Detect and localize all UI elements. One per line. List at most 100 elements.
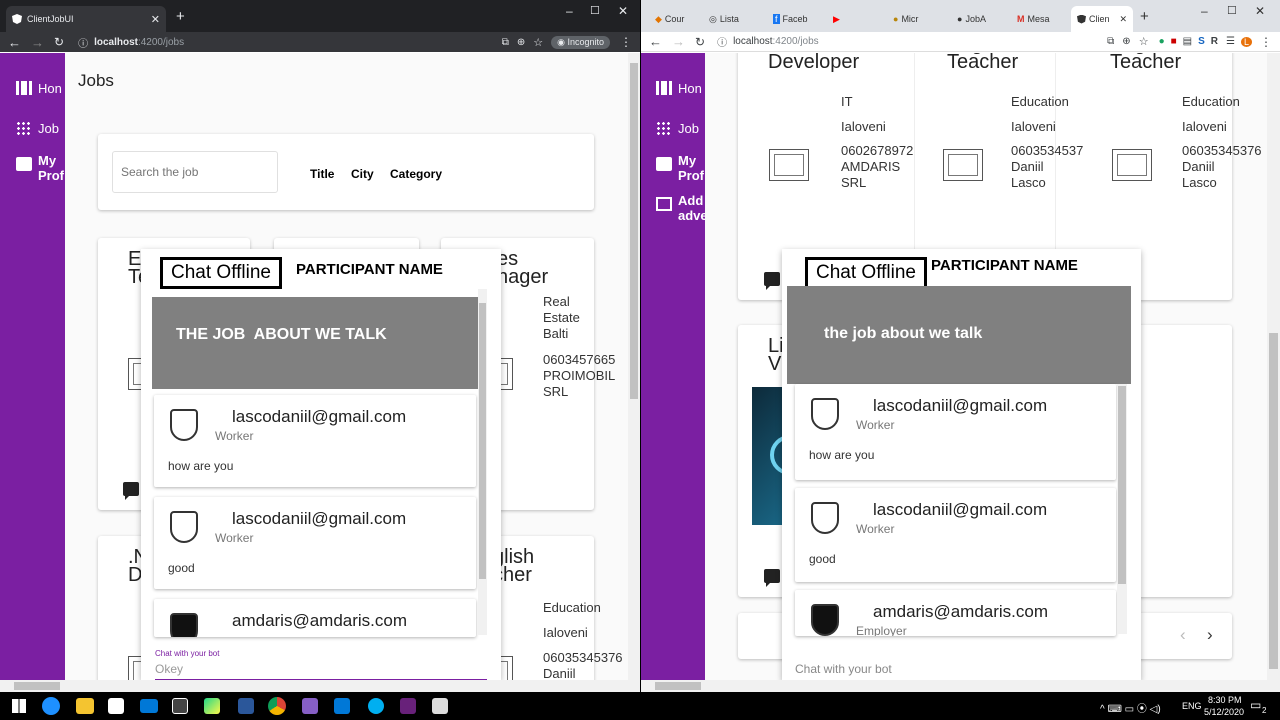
sidebar-item-home[interactable]: Hon [656, 81, 702, 96]
pycharm-icon[interactable] [204, 698, 220, 714]
star-icon[interactable]: ☆ [533, 36, 543, 49]
back-icon[interactable]: ← [649, 34, 662, 49]
tray-icons[interactable]: ^ ⌨ ▭ ⦿ ◁) [1100, 700, 1161, 715]
filter-city[interactable]: City [351, 167, 374, 181]
scrollbar-thumb[interactable] [1269, 333, 1278, 669]
incognito-badge[interactable]: ◉ Incognito [551, 35, 610, 49]
right-horizontal-scrollbar[interactable] [641, 680, 1280, 692]
maximize-button[interactable]: ☐ [590, 4, 600, 17]
language-indicator[interactable]: ENG [1182, 701, 1202, 711]
next-page-icon[interactable]: › [1207, 625, 1213, 645]
menu-icon[interactable]: ⋮ [620, 35, 632, 49]
scrollbar-thumb[interactable] [655, 682, 701, 690]
translate-icon[interactable]: ⧉ [502, 37, 509, 48]
scrollbar-thumb[interactable] [14, 682, 60, 690]
maximize-button[interactable]: ☐ [1227, 4, 1237, 17]
chat-icon[interactable] [764, 272, 780, 290]
sidebar-item-home[interactable]: Hon [16, 81, 62, 96]
back-icon[interactable]: ← [8, 35, 21, 50]
minimize-button[interactable]: – [1201, 4, 1208, 18]
extension-icon[interactable]: R [1211, 36, 1218, 47]
reload-icon[interactable]: ↻ [695, 35, 705, 49]
avatar[interactable]: L [1240, 36, 1252, 47]
search-input[interactable] [112, 151, 278, 193]
forward-icon[interactable]: → [672, 34, 685, 49]
menu-icon[interactable]: ⋮ [1260, 35, 1272, 49]
sidebar-item-jobs[interactable]: Job [16, 121, 59, 136]
chat-scrollbar[interactable] [1117, 384, 1127, 634]
chrome-icon[interactable] [268, 697, 286, 715]
extension-icon[interactable]: ● [1159, 36, 1165, 47]
url-host[interactable]: localhost [733, 36, 772, 47]
notification-icon[interactable]: ▭ [1250, 698, 1261, 712]
sidebar-item-profile[interactable]: My Prof [656, 153, 704, 183]
clock-time[interactable]: 8:30 PM [1208, 695, 1242, 705]
url-path[interactable]: :4200/jobs [138, 37, 184, 48]
browser-tab[interactable]: f Faceb [767, 6, 825, 32]
reload-icon[interactable]: ↻ [54, 35, 64, 49]
chat-scrollbar[interactable] [478, 289, 487, 635]
mail-icon[interactable] [140, 699, 158, 713]
close-icon[interactable]: ✕ [1119, 14, 1127, 25]
extension-icon[interactable]: ▤ [1183, 36, 1192, 47]
visual-studio-preview-icon[interactable] [400, 698, 416, 714]
page-scrollbar[interactable] [628, 53, 640, 680]
zoom-icon[interactable]: ⊕ [1122, 36, 1130, 47]
facebook-icon: f [773, 14, 780, 24]
window-close-button[interactable]: ✕ [1255, 4, 1265, 18]
store-icon[interactable] [108, 698, 124, 714]
chat-scrollbar-thumb[interactable] [1118, 386, 1126, 584]
chat-input[interactable]: Okey [155, 662, 487, 680]
calculator-icon[interactable] [172, 698, 188, 714]
vscode-icon[interactable] [334, 698, 350, 714]
browser-tab[interactable]: ▶ [827, 6, 885, 32]
chat-scrollbar-thumb[interactable] [479, 303, 486, 579]
forward-icon[interactable]: → [31, 35, 44, 50]
browser-tab[interactable]: M Mesa [1011, 6, 1069, 32]
edge-icon[interactable] [42, 697, 60, 715]
browser-tab[interactable]: ● JobA [951, 6, 1009, 32]
job-category: Real Estate Balti [543, 294, 580, 341]
participant-name: PARTICIPANT NAME [931, 257, 1078, 274]
browser-tab[interactable]: ◆ Cour [649, 6, 701, 32]
chat-icon[interactable] [123, 482, 139, 500]
translate-icon[interactable]: ⧉ [1107, 36, 1114, 47]
browser-tab[interactable]: ● Micr [887, 6, 949, 32]
chat-icon[interactable] [764, 569, 780, 587]
window-close-button[interactable]: ✕ [618, 4, 628, 18]
prev-page-icon[interactable]: ‹ [1180, 625, 1186, 645]
tab-clientjobui[interactable]: Clien ✕ [1071, 6, 1133, 32]
job-city: Ialoveni [1011, 119, 1056, 134]
url-path[interactable]: :4200/jobs [773, 36, 819, 47]
visual-studio-icon[interactable] [302, 698, 318, 714]
clock-date[interactable]: 5/12/2020 [1204, 707, 1244, 717]
paint-icon[interactable] [432, 698, 448, 714]
sidebar-item-jobs[interactable]: Job [656, 121, 699, 136]
tab-clientjobui[interactable]: ClientJobUI ✕ [6, 6, 166, 32]
word-icon[interactable] [238, 698, 254, 714]
url-host[interactable]: localhost [94, 37, 138, 48]
sidebar-item-profile[interactable]: My Prof [16, 153, 64, 183]
filter-title[interactable]: Title [310, 167, 334, 181]
sidebar-item-label: Job [678, 121, 699, 136]
reading-list-icon[interactable]: ☰ [1226, 36, 1235, 47]
sidebar-item-add-advert[interactable]: Add adve [656, 193, 708, 223]
close-icon[interactable]: ✕ [151, 13, 160, 26]
chat-input[interactable]: Chat with your bot [795, 662, 1125, 680]
filter-category[interactable]: Category [390, 167, 442, 181]
start-icon[interactable] [12, 699, 26, 713]
left-horizontal-scrollbar[interactable] [0, 680, 640, 692]
minimize-button[interactable]: – [566, 4, 573, 18]
page-scrollbar[interactable] [1267, 53, 1280, 680]
scrollbar-thumb[interactable] [630, 63, 638, 399]
star-icon[interactable]: ☆ [1139, 35, 1149, 48]
new-tab-button[interactable]: + [176, 8, 185, 25]
new-tab-button[interactable]: + [1140, 8, 1149, 25]
extension-icon[interactable]: ■ [1171, 36, 1177, 47]
zoom-icon[interactable]: ⊕ [517, 37, 525, 48]
skype-icon[interactable] [368, 698, 384, 714]
extension-icon[interactable]: S [1198, 36, 1205, 47]
browser-tab[interactable]: ◎ Lista [703, 6, 765, 32]
file-explorer-icon[interactable] [76, 698, 94, 714]
github-icon: ● [957, 14, 963, 24]
